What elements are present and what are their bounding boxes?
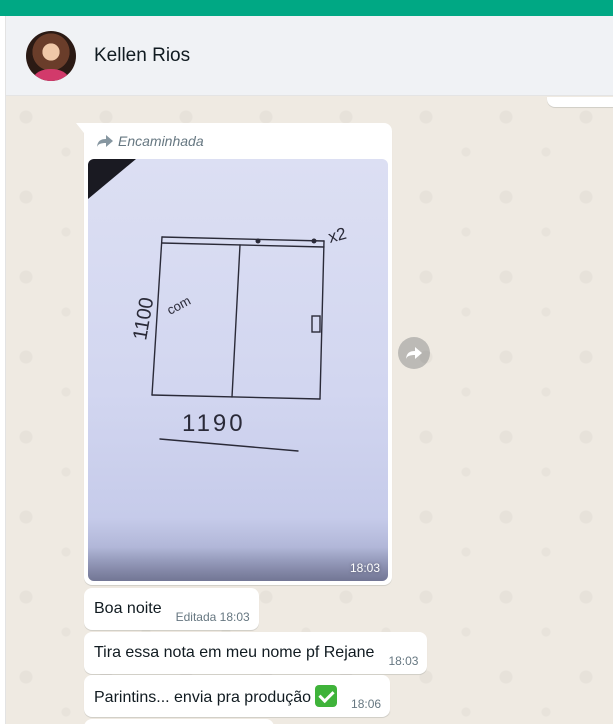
message-meta: 18:06	[351, 697, 382, 711]
text-message[interactable]: Tira essa nota em meu nome pf Rejane 18:…	[84, 632, 428, 674]
forward-arrow-icon	[406, 347, 422, 359]
drawing-label-note: com	[164, 293, 193, 318]
contact-name[interactable]: Kellen Rios	[94, 45, 190, 67]
top-accent-bar	[0, 0, 613, 16]
contact-avatar[interactable]	[26, 30, 76, 81]
forwarded-label: Encaminhada	[118, 133, 204, 149]
message-text-content: Parintins... envia pra produção	[94, 689, 312, 706]
previous-message-bubble	[547, 97, 613, 107]
text-message[interactable]: Parintins... envia pra produção 18:06	[84, 675, 391, 717]
drawing-label-width: 1190	[182, 410, 246, 437]
image-message[interactable]: Encaminhada 1100 com 1190 x2 18:03	[76, 123, 392, 585]
message-meta: 18:03	[388, 654, 419, 668]
message-meta: Editada 18:03	[175, 610, 250, 624]
attached-photo[interactable]: 1100 com 1190 x2 18:03	[88, 159, 388, 581]
next-message-bubble	[84, 719, 274, 724]
forwarded-indicator: Encaminhada	[96, 133, 204, 149]
text-message[interactable]: Boa noite Editada 18:03	[84, 588, 259, 630]
drawing-label-height: 1100	[129, 296, 158, 342]
check-mark-button-emoji	[315, 685, 338, 707]
bubble-tail	[76, 123, 84, 133]
message-text: Parintins... envia pra produção	[94, 685, 338, 707]
photo-shade	[88, 547, 388, 581]
forwarded-icon	[97, 135, 113, 147]
message-text: Tira essa nota em meu nome pf Rejane	[94, 644, 375, 661]
message-text: Boa noite	[94, 600, 162, 617]
drawing-label-qty: x2	[326, 224, 348, 247]
message-time: 18:03	[349, 561, 380, 575]
message-list[interactable]: Encaminhada 1100 com 1190 x2 18:03 Boa n…	[6, 97, 613, 724]
forward-button[interactable]	[398, 337, 430, 369]
chat-header[interactable]: Kellen Rios	[6, 16, 613, 96]
sketch-drawing: 1100 com 1190 x2	[88, 159, 348, 452]
